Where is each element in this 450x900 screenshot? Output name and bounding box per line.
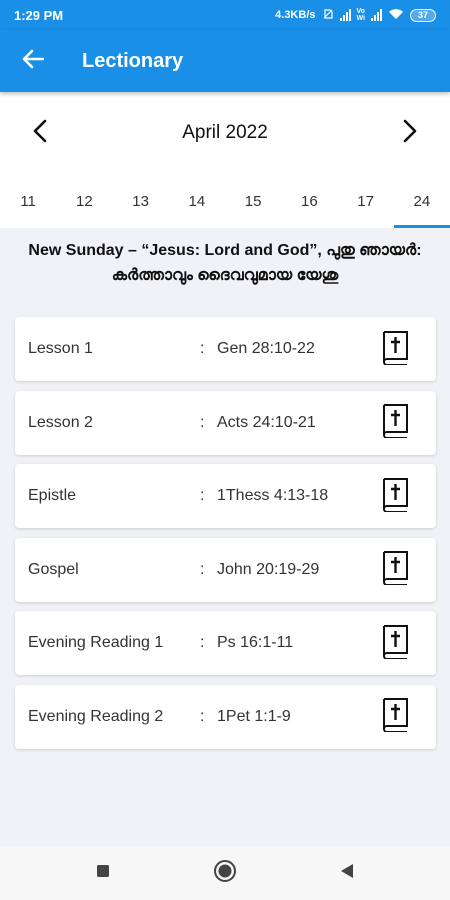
prev-month-button[interactable]	[0, 92, 80, 174]
separator: :	[200, 560, 205, 578]
open-bible-button[interactable]	[378, 404, 412, 442]
signal-icon	[339, 9, 351, 21]
list-item[interactable]: Evening Reading 2 : 1Pet 1:1-9	[15, 684, 436, 749]
month-row: April 2022	[0, 92, 450, 174]
reading-ref: John 20:19-29	[217, 560, 320, 578]
page-title: Lectionary	[82, 49, 184, 72]
signal-icon-2	[371, 9, 382, 21]
back-button[interactable]	[0, 30, 66, 92]
open-bible-button[interactable]	[378, 330, 412, 368]
open-bible-button[interactable]	[378, 698, 412, 736]
home-button[interactable]	[205, 853, 245, 893]
separator: :	[200, 413, 205, 431]
reading-label: Evening Reading 1	[28, 634, 164, 651]
square-icon	[96, 864, 110, 883]
next-month-button[interactable]	[370, 92, 450, 174]
reading-label: Epistle	[28, 487, 77, 504]
occasion-title: New Sunday – “Jesus: Lord and God”, പുതു…	[20, 238, 430, 288]
arrow-left-icon	[22, 49, 45, 74]
chevron-left-icon	[33, 119, 47, 148]
day-tabs: 11 12 13 14 15 16 17 24	[0, 174, 450, 228]
day-tab[interactable]: 15	[225, 174, 281, 228]
reading-ref: 1Pet 1:1-9	[217, 707, 291, 725]
status-time: 1:29 PM	[14, 7, 64, 23]
chevron-right-icon	[403, 119, 417, 148]
separator: :	[200, 634, 205, 651]
separator: :	[200, 707, 205, 725]
no-sim-icon	[322, 8, 334, 23]
status-bar: 1:29 PM 4.3KB/s Vo Wi 37	[0, 0, 450, 30]
list-item[interactable]: Gospel : John 20:19-29	[15, 537, 436, 602]
day-tab[interactable]: 14	[169, 174, 225, 228]
system-nav-bar	[0, 846, 450, 900]
day-tab[interactable]: 16	[281, 174, 337, 228]
bible-icon	[379, 623, 411, 664]
day-tab[interactable]: 13	[113, 174, 169, 228]
reading-ref: Ps 16:1-11	[217, 634, 294, 651]
bible-icon	[379, 402, 411, 443]
day-tab[interactable]: 12	[56, 174, 112, 228]
recents-button[interactable]	[83, 853, 123, 893]
bible-icon	[379, 549, 411, 590]
wifi-icon	[388, 8, 404, 23]
app-bar: Lectionary	[0, 30, 450, 92]
day-tab[interactable]: 17	[338, 174, 394, 228]
bible-icon	[379, 476, 411, 517]
reading-label: Lesson 1	[28, 340, 93, 357]
open-bible-button[interactable]	[378, 624, 412, 662]
list-item[interactable]: Epistle : 1Thess 4:13-18	[15, 464, 436, 528]
day-tab[interactable]: 11	[0, 174, 56, 228]
month-label: April 2022	[182, 122, 268, 143]
open-bible-button[interactable]	[378, 477, 412, 515]
reading-ref: Gen 28:10-22	[217, 340, 315, 357]
list-item[interactable]: Lesson 2 : Acts 24:10-21	[15, 390, 436, 455]
separator: :	[200, 487, 205, 504]
bible-icon	[379, 696, 411, 737]
open-bible-button[interactable]	[378, 551, 412, 589]
bible-icon	[379, 329, 411, 370]
reading-label: Lesson 2	[28, 413, 93, 431]
reading-label: Evening Reading 2	[28, 707, 164, 725]
readings-list: Lesson 1 : Gen 28:10-22 Lesson 2 : Acts …	[15, 317, 436, 758]
day-tab-selected[interactable]: 24	[393, 174, 450, 228]
occasion-english: New Sunday – “Jesus: Lord and God”,	[28, 242, 322, 259]
reading-ref: 1Thess 4:13-18	[217, 487, 329, 504]
system-back-button[interactable]	[327, 853, 367, 893]
circle-icon	[213, 859, 237, 888]
triangle-back-icon	[340, 863, 354, 884]
reading-label: Gospel	[28, 560, 79, 578]
calendar-header: April 2022 11 12 13 14 15 16 17 24	[0, 92, 450, 228]
status-icons: 4.3KB/s Vo Wi 37	[275, 8, 436, 23]
reading-ref: Acts 24:10-21	[217, 413, 316, 431]
vowifi-icon: Vo Wi	[356, 8, 366, 22]
battery-icon: 37	[410, 8, 436, 22]
separator: :	[200, 340, 205, 357]
list-item[interactable]: Lesson 1 : Gen 28:10-22	[15, 317, 436, 381]
net-speed: 4.3KB/s	[275, 9, 316, 21]
list-item[interactable]: Evening Reading 1 : Ps 16:1-11	[15, 611, 436, 675]
